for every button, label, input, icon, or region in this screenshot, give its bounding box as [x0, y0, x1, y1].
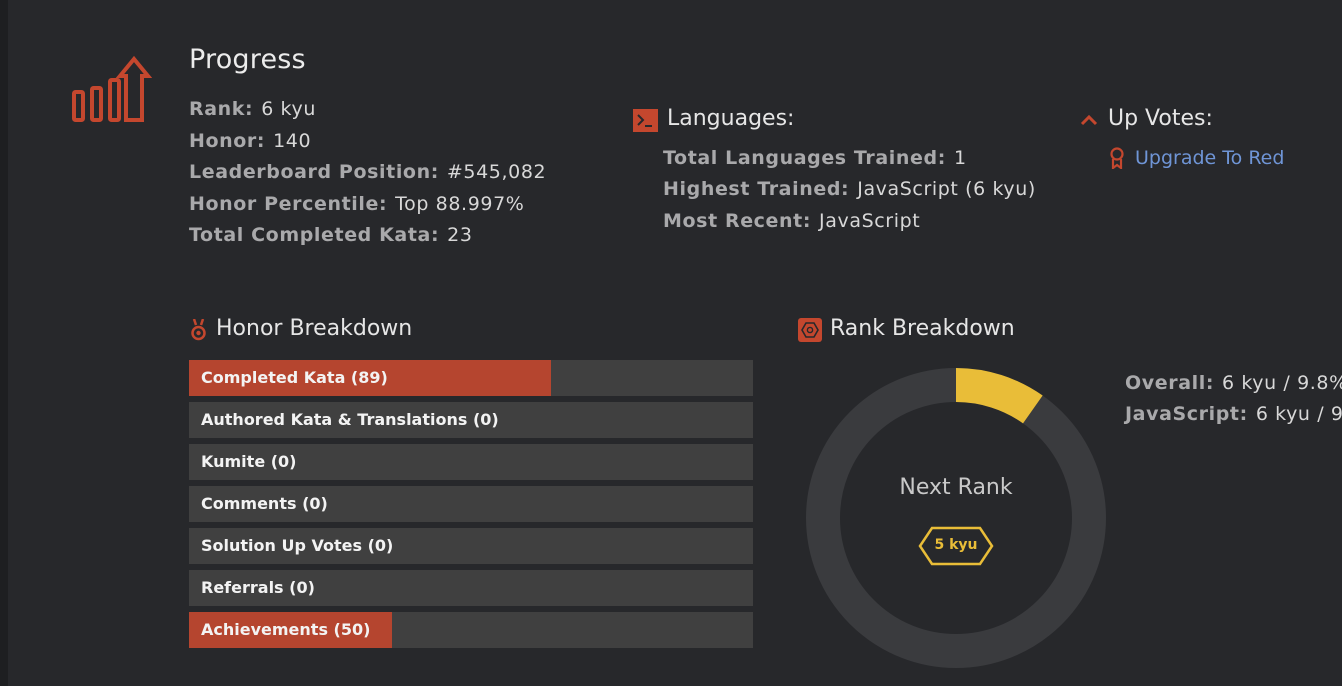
chevron-up-icon — [1080, 114, 1098, 126]
next-rank-value: 5 kyu — [934, 537, 978, 553]
next-rank-label: Next Rank — [899, 475, 1013, 500]
honor-bar-label: Referrals (0) — [201, 578, 315, 597]
honor-bar-referrals: Referrals (0) — [189, 570, 753, 606]
rank-javascript: JavaScript:6 kyu / 9.8% — [1125, 403, 1342, 425]
rank-breakdown-title: Rank Breakdown — [830, 316, 1015, 341]
stat-honor: Honor: 140 — [189, 130, 312, 152]
stat-highest-trained: Highest Trained: JavaScript (6 kyu) — [663, 178, 1036, 200]
honor-breakdown-title: Honor Breakdown — [216, 316, 413, 341]
honor-bar-kumite: Kumite (0) — [189, 444, 753, 480]
stat-honor-percentile: Honor Percentile: Top 88.997% — [189, 193, 525, 215]
honor-bar-label: Achievements (50) — [201, 620, 371, 639]
stat-most-recent: Most Recent: JavaScript — [663, 210, 921, 232]
award-ribbon-icon — [1110, 147, 1124, 169]
progress-chart-icon — [72, 55, 152, 122]
stat-leaderboard-position: Leaderboard Position: #545,082 — [189, 161, 547, 183]
languages-title: Languages: — [667, 106, 795, 131]
honor-bar-label: Kumite (0) — [201, 452, 297, 471]
rank-progress-ring — [806, 368, 1106, 668]
honor-bar-label: Comments (0) — [201, 494, 328, 513]
honor-bar-completed-kata: Completed Kata (89) — [189, 360, 753, 396]
rank-ring-track — [806, 368, 1106, 668]
rank-overall: Overall: 6 kyu / 9.8% — [1125, 372, 1342, 394]
upgrade-to-red-link[interactable]: Upgrade To Red — [1135, 147, 1284, 169]
terminal-icon — [633, 109, 658, 132]
honor-bar-comments: Comments (0) — [189, 486, 753, 522]
stat-total-completed-kata: Total Completed Kata: 23 — [189, 224, 473, 246]
stat-total-languages: Total Languages Trained: 1 — [663, 147, 967, 169]
stat-rank: Rank: 6 kyu — [189, 98, 316, 120]
rank-hexagon-icon — [798, 318, 822, 342]
upvotes-title: Up Votes: — [1108, 106, 1213, 131]
honor-bar-authored-kata: Authored Kata & Translations (0) — [189, 402, 753, 438]
medal-icon — [191, 319, 206, 341]
page-title: Progress — [189, 44, 306, 75]
honor-bar-label: Completed Kata (89) — [201, 368, 388, 387]
honor-bar-label: Authored Kata & Translations (0) — [201, 410, 499, 429]
honor-bar-solution-up-votes: Solution Up Votes (0) — [189, 528, 753, 564]
honor-bar-label: Solution Up Votes (0) — [201, 536, 394, 555]
honor-bar-achievements: Achievements (50) — [189, 612, 753, 648]
